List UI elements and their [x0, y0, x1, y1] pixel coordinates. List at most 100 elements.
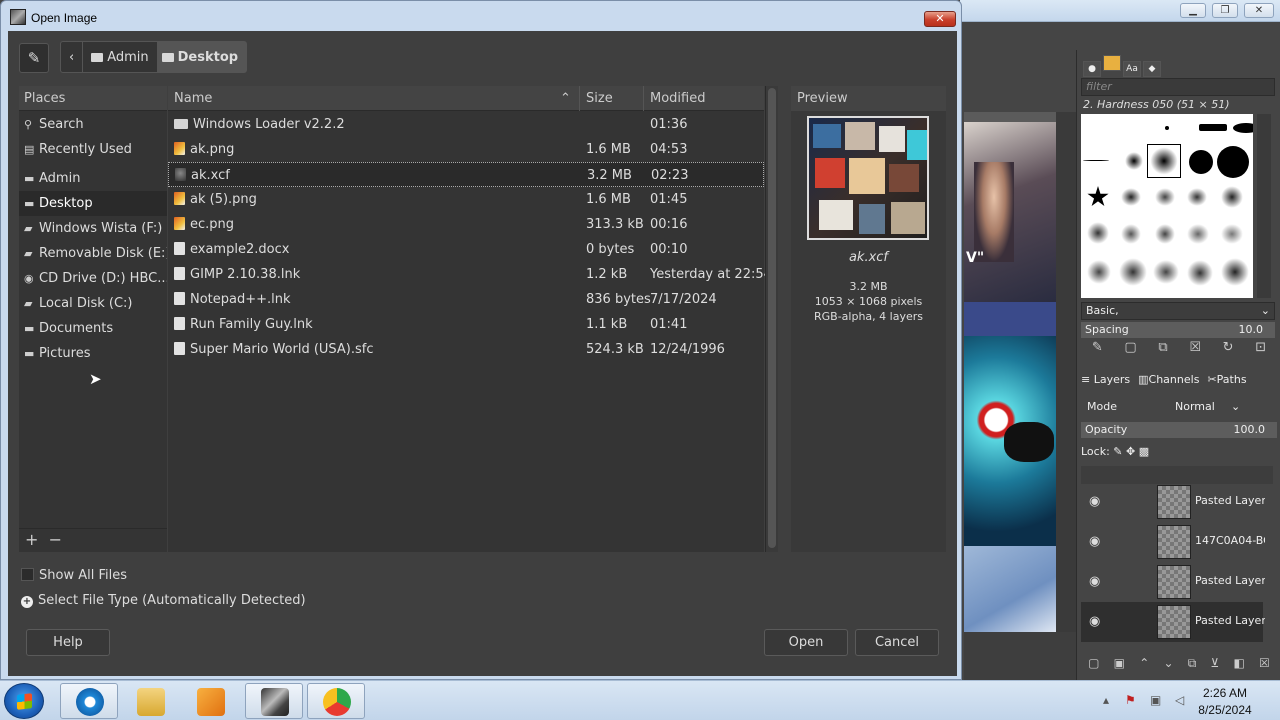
- place-windows-wista[interactable]: ▰ Windows Wista (F:): [19, 216, 167, 241]
- taskbar-app-browser[interactable]: [60, 683, 118, 719]
- minimize-button[interactable]: ▁: [1180, 3, 1206, 18]
- place-pictures[interactable]: ▬ Pictures: [19, 341, 167, 366]
- edit-brush-icon[interactable]: ✎: [1092, 340, 1103, 360]
- new-brush-icon[interactable]: ▢: [1124, 340, 1136, 360]
- brush-scrollbar[interactable]: [1257, 114, 1271, 298]
- place-admin[interactable]: ▬ Admin: [19, 166, 167, 191]
- show-all-files-checkbox[interactable]: Show All Files: [21, 566, 127, 586]
- file-row[interactable]: Windows Loader v2.2.2 01:36: [168, 112, 764, 137]
- lock-position-icon[interactable]: ✥: [1126, 445, 1135, 458]
- tab-paths[interactable]: ✂Paths: [1207, 373, 1246, 386]
- eye-icon[interactable]: ◉: [1089, 494, 1100, 509]
- gimp-icon: [261, 688, 289, 716]
- action-center-icon[interactable]: ⚑: [1125, 693, 1136, 707]
- spacing-slider[interactable]: Spacing 10.0: [1081, 322, 1275, 338]
- file-row[interactable]: Notepad++.lnk 836 bytes 7/17/2024: [168, 287, 764, 312]
- new-layer-icon[interactable]: ▢: [1088, 656, 1099, 676]
- breadcrumb-back-button[interactable]: ‹: [61, 42, 84, 72]
- merge-layer-icon[interactable]: ⊻: [1211, 656, 1220, 676]
- maximize-button[interactable]: ❐: [1212, 3, 1238, 18]
- brush-grid[interactable]: [1081, 114, 1253, 298]
- layer-row[interactable]: ◉ 147C0A04-BC: [1081, 522, 1265, 562]
- place-cd-drive[interactable]: ◉ CD Drive (D:) HBC...: [19, 266, 167, 291]
- canvas-scrollbar[interactable]: [1056, 112, 1076, 650]
- raise-layer-icon[interactable]: ⌃: [1139, 656, 1149, 676]
- column-size[interactable]: Size: [580, 86, 644, 111]
- breadcrumb-admin[interactable]: Admin: [83, 42, 158, 72]
- lock-alpha-icon[interactable]: ▩: [1139, 445, 1149, 458]
- tab-channels[interactable]: ▥Channels: [1138, 373, 1199, 386]
- mask-layer-icon[interactable]: ◧: [1234, 656, 1245, 676]
- column-name[interactable]: Name ⌃: [168, 86, 580, 111]
- delete-layer-icon[interactable]: ☒: [1259, 656, 1270, 676]
- add-bookmark-button[interactable]: +: [25, 530, 38, 549]
- file-list: Name ⌃ Size Modified Windows Loader v2.2.…: [168, 86, 772, 552]
- eye-icon[interactable]: ◉: [1089, 614, 1100, 629]
- edit-location-button[interactable]: ✎: [19, 43, 49, 73]
- eye-icon[interactable]: ◉: [1089, 534, 1100, 549]
- tab-layers[interactable]: ≡ Layers: [1081, 373, 1130, 386]
- place-search[interactable]: ⚲ Search: [19, 112, 167, 137]
- delete-brush-icon[interactable]: ☒: [1189, 340, 1201, 360]
- brush-filter-input[interactable]: filter: [1081, 78, 1275, 96]
- breadcrumb-desktop[interactable]: Desktop: [157, 42, 247, 72]
- file-modified: 01:41: [650, 317, 688, 332]
- file-row[interactable]: Run Family Guy.lnk 1.1 kB 01:41: [168, 312, 764, 337]
- close-button[interactable]: ✕: [924, 11, 956, 27]
- preview-thumbnail: [807, 116, 929, 240]
- place-local-disk[interactable]: ▰ Local Disk (C:): [19, 291, 167, 316]
- document-icon: [174, 317, 185, 330]
- clock-time[interactable]: 2:26 AM: [1180, 686, 1270, 700]
- place-desktop[interactable]: ▬ Desktop: [19, 191, 167, 216]
- file-size: 1.6 MB: [586, 142, 631, 157]
- refresh-brushes-icon[interactable]: ↻: [1223, 340, 1234, 360]
- document-tab-icon[interactable]: ◆: [1143, 61, 1161, 77]
- lock-pixels-icon[interactable]: ✎: [1113, 445, 1122, 458]
- place-recently-used[interactable]: ▤ Recently Used: [19, 137, 167, 162]
- tray-expand-icon[interactable]: ▴: [1103, 693, 1109, 707]
- start-button[interactable]: [4, 683, 44, 719]
- pattern-tab-icon[interactable]: [1103, 55, 1121, 71]
- brush-set-select[interactable]: Basic, ⌄: [1081, 302, 1275, 320]
- taskbar-app-chrome[interactable]: [307, 683, 365, 719]
- column-modified[interactable]: Modified: [644, 86, 764, 111]
- select-file-type-expander[interactable]: + Select File Type (Automatically Detecte…: [21, 591, 306, 611]
- file-row[interactable]: example2.docx 0 bytes 00:10: [168, 237, 764, 262]
- brush-to-image-icon[interactable]: ⊡: [1255, 340, 1266, 360]
- lower-layer-icon[interactable]: ⌄: [1163, 656, 1173, 676]
- brush-tab-icon[interactable]: ●: [1083, 61, 1101, 77]
- file-row[interactable]: ak.xcf 3.2 MB 02:23: [168, 162, 764, 187]
- help-button[interactable]: Help: [26, 629, 110, 656]
- font-tab-icon[interactable]: Aa: [1123, 61, 1141, 77]
- file-list-scrollbar[interactable]: [765, 86, 778, 552]
- layer-row[interactable]: ◉ Pasted Layer: [1081, 602, 1265, 642]
- taskbar-app-gimp[interactable]: [245, 683, 303, 719]
- new-group-icon[interactable]: ▣: [1114, 656, 1125, 676]
- cancel-button[interactable]: Cancel: [855, 629, 939, 656]
- spacing-label: Spacing: [1085, 323, 1129, 336]
- places-panel: Places ⚲ Search ▤ Recently Used ▬ Admin ▬ De…: [19, 86, 167, 552]
- taskbar-app-explorer[interactable]: [121, 683, 179, 719]
- layer-row[interactable]: ◉ Pasted Layer: [1081, 482, 1265, 522]
- layer-name: Pasted Layer: [1195, 614, 1265, 627]
- place-removable-disk[interactable]: ▰ Removable Disk (E:): [19, 241, 167, 266]
- file-row[interactable]: ec.png 313.3 kB 00:16: [168, 212, 764, 237]
- open-button[interactable]: Open: [764, 629, 848, 656]
- file-row[interactable]: Super Mario World (USA).sfc 524.3 kB 12/24…: [168, 337, 764, 362]
- duplicate-brush-icon[interactable]: ⧉: [1158, 340, 1167, 360]
- clock-date[interactable]: 8/25/2024: [1180, 703, 1270, 717]
- layer-row[interactable]: ◉ Pasted Layer: [1081, 562, 1265, 602]
- eye-icon[interactable]: ◉: [1089, 574, 1100, 589]
- mode-select[interactable]: Normal: [1175, 396, 1215, 418]
- close-button[interactable]: ✕: [1244, 3, 1274, 18]
- network-icon[interactable]: ▣: [1150, 693, 1161, 707]
- remove-bookmark-button[interactable]: −: [49, 530, 62, 549]
- opacity-slider[interactable]: Opacity 100.0: [1081, 422, 1277, 438]
- taskbar-app-media-player[interactable]: [181, 683, 239, 719]
- file-row[interactable]: ak (5).png 1.6 MB 01:45: [168, 187, 764, 212]
- file-row[interactable]: GIMP 2.10.38.lnk 1.2 kB Yesterday at 22:54: [168, 262, 772, 287]
- file-row[interactable]: ak.png 1.6 MB 04:53: [168, 137, 764, 162]
- image-canvas[interactable]: V": [964, 122, 1056, 632]
- place-documents[interactable]: ▬ Documents: [19, 316, 167, 341]
- duplicate-layer-icon[interactable]: ⧉: [1188, 656, 1197, 676]
